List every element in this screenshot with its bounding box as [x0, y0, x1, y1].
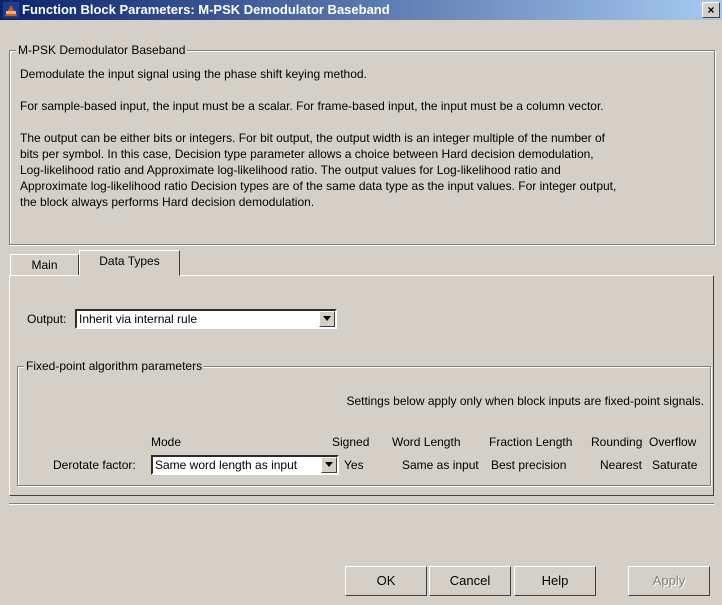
description-line-3b: bits per symbol. In this case, Decision … — [20, 147, 594, 161]
chevron-down-icon[interactable] — [319, 311, 335, 327]
fraction-length-header: Fraction Length — [489, 435, 573, 449]
rounding-header: Rounding — [591, 435, 643, 449]
description-line-3c: Log-likelihood ratio and Approximate log… — [20, 163, 561, 177]
description-line-2: For sample-based input, the input must b… — [20, 99, 604, 113]
word-length-header: Word Length — [392, 435, 461, 449]
rounding-value: Nearest — [600, 458, 643, 472]
overflow-value: Saturate — [652, 458, 698, 472]
cancel-button[interactable]: Cancel — [429, 566, 511, 596]
fixed-point-group-title: Fixed-point algorithm parameters — [24, 359, 205, 373]
derotate-mode-value: Same word length as input — [155, 458, 298, 472]
output-select[interactable]: Inherit via internal rule — [75, 309, 337, 329]
signed-value: Yes — [344, 458, 364, 472]
help-button[interactable]: Help — [514, 566, 596, 596]
simulink-icon — [3, 2, 19, 18]
output-select-value: Inherit via internal rule — [79, 312, 198, 326]
divider — [9, 503, 714, 505]
output-label: Output: — [27, 312, 67, 326]
description-line-1: Demodulate the input signal using the ph… — [20, 67, 367, 81]
fixed-point-group: Fixed-point algorithm parameters Setting… — [17, 359, 711, 486]
description-line-3d: Approximate log-likelihood ratio Decisio… — [20, 179, 617, 193]
data-types-panel: Output: Inherit via internal rule Fixed-… — [9, 275, 714, 496]
block-description-group: M-PSK Demodulator Baseband Demodulate th… — [9, 43, 715, 245]
block-group-title: M-PSK Demodulator Baseband — [16, 43, 188, 57]
description-line-3a: The output can be either bits or integer… — [20, 131, 606, 145]
signed-header: Signed — [332, 435, 370, 449]
fixed-point-note: Settings below apply only when block inp… — [346, 394, 704, 408]
overflow-header: Overflow — [649, 435, 697, 449]
mode-header: Mode — [151, 435, 182, 449]
close-button[interactable]: × — [702, 2, 720, 18]
apply-button[interactable]: Apply — [628, 566, 710, 596]
window-title: Function Block Parameters: M-PSK Demodul… — [22, 2, 390, 17]
derotate-factor-label: Derotate factor: — [53, 458, 136, 472]
tab-data-types[interactable]: Data Types — [79, 250, 180, 276]
derotate-mode-select[interactable]: Same word length as input — [151, 455, 339, 475]
ok-button[interactable]: OK — [345, 566, 427, 596]
word-length-value: Same as input — [402, 458, 479, 472]
fraction-length-value: Best precision — [491, 458, 567, 472]
tab-main[interactable]: Main — [10, 254, 79, 276]
description-line-3e: the block always performs Hard decision … — [20, 195, 315, 209]
title-bar: Function Block Parameters: M-PSK Demodul… — [0, 0, 722, 20]
chevron-down-icon[interactable] — [321, 457, 337, 473]
